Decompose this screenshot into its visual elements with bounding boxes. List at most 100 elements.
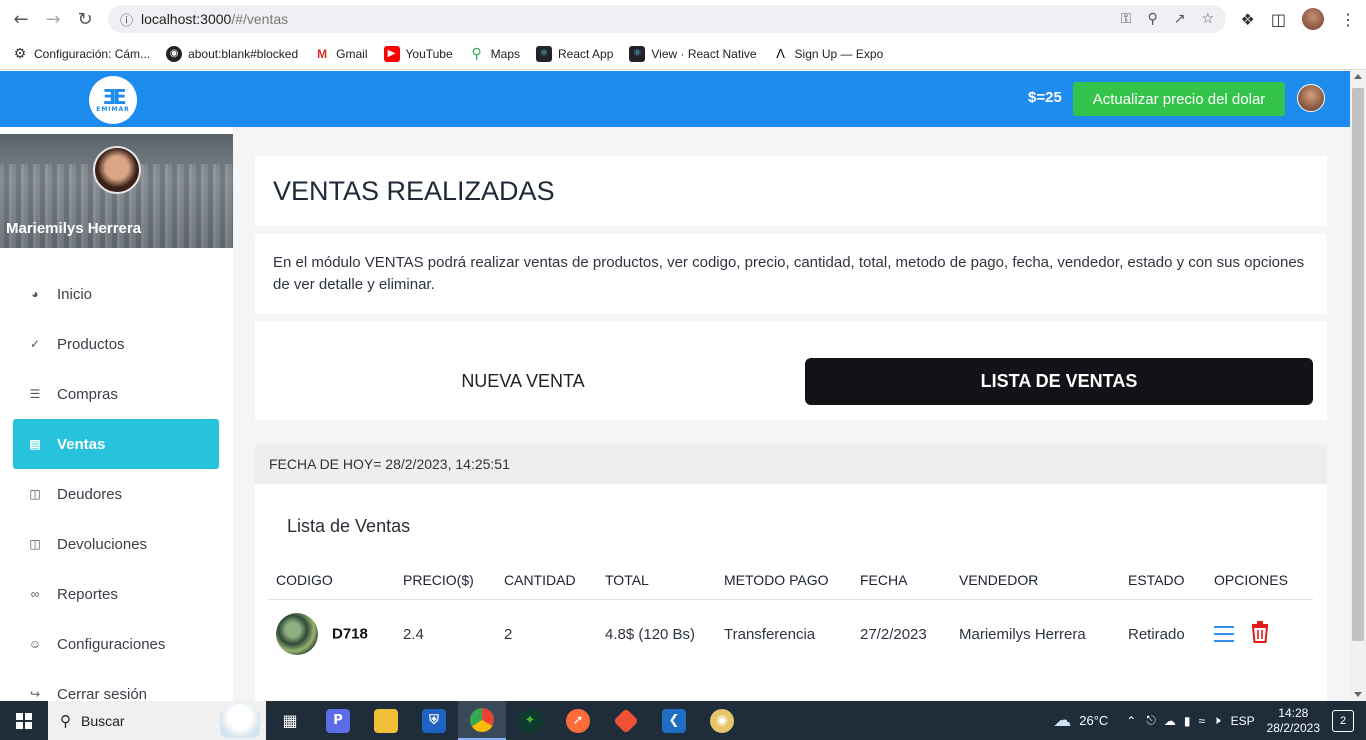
task-view-icon[interactable]: ▦ xyxy=(266,701,314,740)
system-tray: ☁ 26°C ⌃ ⎋ ☁ ▮ ≈ 🕨 ESP 14:28 28/2/2023 2 xyxy=(1053,701,1366,740)
file-explorer-icon[interactable] xyxy=(362,701,410,740)
sidebar-item-reportes[interactable]: ∞ Reportes xyxy=(13,569,219,619)
sidebar-item-devoluciones[interactable]: ◫ Devoluciones xyxy=(13,519,219,569)
share-icon[interactable]: ↗ xyxy=(1174,11,1186,27)
battery-icon[interactable]: ▮ xyxy=(1184,714,1191,728)
onedrive-icon[interactable]: ☁ xyxy=(1164,714,1176,728)
bookmark-react-native[interactable]: ⚛ View · React Native xyxy=(629,45,757,62)
delete-trash-icon[interactable] xyxy=(1250,621,1270,647)
sidebar-item-productos[interactable]: ✓ Productos xyxy=(13,319,219,369)
today-date: FECHA DE HOY= 28/2/2023, 14:25:51 xyxy=(255,444,1327,484)
sidebar: Mariemilys Herrera ◕ Inicio ✓ Productos ☰ C… xyxy=(0,127,233,701)
cell-opciones xyxy=(1207,599,1313,669)
postman-icon[interactable]: ➚ xyxy=(554,701,602,740)
title-card: VENTAS REALIZADAS xyxy=(255,156,1327,226)
tab-lista-de-ventas[interactable]: LISTA DE VENTAS xyxy=(805,358,1313,405)
columns-icon: ◫ xyxy=(29,487,41,501)
maps-icon: ⚲ xyxy=(471,45,482,61)
gmail-icon: M xyxy=(317,46,328,61)
app-logo[interactable]: ƎE EMIMAR xyxy=(89,76,137,124)
cell-vendedor: Mariemilys Herrera xyxy=(959,625,1086,643)
profile-name: Mariemilys Herrera xyxy=(6,220,142,237)
view-detail-list-icon[interactable] xyxy=(1214,626,1234,643)
bookmark-expo[interactable]: Λ Sign Up — Expo xyxy=(773,46,883,62)
info-icon[interactable]: ⓘ xyxy=(120,10,133,29)
bookmark-maps[interactable]: ⚲ Maps xyxy=(469,45,520,62)
cell-cantidad: 2 xyxy=(504,625,513,643)
sidebar-item-deudores[interactable]: ◫ Deudores xyxy=(13,469,219,519)
usb-icon[interactable]: ⎋ xyxy=(1146,713,1156,728)
reload-icon[interactable]: ↻ xyxy=(70,4,100,34)
sidebar-item-inicio[interactable]: ◕ Inicio xyxy=(13,269,219,319)
table-row: D718 2.4 2 4.8$ (120 Bs) Transferencia 2… xyxy=(269,599,1313,669)
bookmark-configuracion[interactable]: ⚙ Configuración: Cám... xyxy=(12,45,150,62)
react-icon: ⚛ xyxy=(629,45,646,62)
dashboard-icon: ◕ xyxy=(31,287,39,301)
page-title: VENTAS REALIZADAS xyxy=(273,176,555,206)
list-title: Lista de Ventas xyxy=(287,516,411,536)
browser-profile-avatar[interactable] xyxy=(1302,8,1324,30)
paint-icon[interactable]: ◉ xyxy=(698,701,746,740)
taskbar-app-p[interactable]: P xyxy=(314,701,362,740)
module-description: En el módulo VENTAS podrá realizar venta… xyxy=(273,254,1305,293)
taskbar-app-shield[interactable]: ⛨ xyxy=(410,701,458,740)
taskbar-search[interactable]: ⚲ Buscar xyxy=(48,701,266,740)
sidebar-item-ventas[interactable]: ▤ Ventas xyxy=(13,419,219,469)
scroll-down-arrow-icon[interactable] xyxy=(1354,692,1362,697)
back-arrow-icon[interactable]: ← xyxy=(6,4,36,34)
vscode-icon[interactable]: ❮ xyxy=(650,701,698,740)
cell-fecha: 27/2/2023 xyxy=(860,625,927,643)
expo-icon: Λ xyxy=(776,46,785,61)
search-icon: ⚲ xyxy=(60,712,71,730)
weather-cloud-icon[interactable]: ☁ xyxy=(1053,710,1071,731)
star-icon[interactable]: ☆ xyxy=(1201,11,1214,27)
git-icon[interactable] xyxy=(602,701,650,740)
zoom-icon[interactable]: ⚲ xyxy=(1147,11,1157,27)
column-header-cantidad: CANTIDAD xyxy=(497,562,598,600)
description-card: En el módulo VENTAS podrá realizar venta… xyxy=(255,234,1327,314)
bookmark-react-app[interactable]: ⚛ React App xyxy=(536,45,613,62)
windows-start-icon[interactable] xyxy=(0,701,48,740)
address-bar[interactable]: ⓘ localhost:3000/#/ventas ⚿ ⚲ ↗ ☆ xyxy=(108,5,1226,33)
sidepanel-icon[interactable]: ◫ xyxy=(1271,10,1286,29)
page-scrollbar[interactable] xyxy=(1350,71,1366,701)
wifi-icon[interactable]: ≈ xyxy=(1198,714,1205,728)
column-header-precio: PRECIO($) xyxy=(396,562,497,600)
bookmark-youtube[interactable]: ▶ YouTube xyxy=(383,45,453,62)
kebab-menu-icon[interactable]: ⋮ xyxy=(1340,10,1356,29)
windows-taskbar: ⚲ Buscar ▦ P ⛨ ✦ ➚ ❮ ◉ ☁ 26°C ⌃ ⎋ ☁ ▮ ≈ … xyxy=(0,701,1366,740)
extensions-icon[interactable]: ❖ xyxy=(1241,10,1255,29)
sidebar-item-cerrar-sesion[interactable]: ↪ Cerrar sesión xyxy=(13,669,219,702)
forward-arrow-icon[interactable]: → xyxy=(38,4,68,34)
bookmark-gmail[interactable]: M Gmail xyxy=(314,46,367,62)
sidebar-item-compras[interactable]: ☰ Compras xyxy=(13,369,219,419)
user-avatar[interactable] xyxy=(1297,84,1325,112)
volume-icon[interactable]: 🕨 xyxy=(1213,713,1221,728)
clock-time: 14:28 xyxy=(1278,705,1309,720)
tab-nueva-venta[interactable]: NUEVA VENTA xyxy=(273,358,773,404)
column-header-total: TOTAL xyxy=(598,562,717,600)
cell-precio: 2.4 xyxy=(403,625,424,643)
column-header-opciones: OPCIONES xyxy=(1207,562,1313,600)
chrome-icon[interactable] xyxy=(458,701,506,740)
list-icon: ☰ xyxy=(29,387,41,401)
weather-temperature[interactable]: 26°C xyxy=(1079,713,1108,728)
notification-center-icon[interactable]: 2 xyxy=(1332,709,1354,732)
sidebar-item-configuraciones[interactable]: ☺ Configuraciones xyxy=(13,619,219,669)
scroll-thumb[interactable] xyxy=(1352,88,1364,641)
bookmark-about-blank[interactable]: ◉ about:blank#blocked xyxy=(166,45,298,62)
language-indicator[interactable]: ESP xyxy=(1231,714,1255,728)
browser-toolbar: ← → ↻ ⓘ localhost:3000/#/ventas ⚿ ⚲ ↗ ☆ … xyxy=(0,0,1366,38)
key-icon[interactable]: ⚿ xyxy=(1121,11,1132,27)
profile-avatar[interactable] xyxy=(93,146,141,194)
book-icon: ◫ xyxy=(29,537,41,551)
update-dollar-button[interactable]: Actualizar precio del dolar xyxy=(1073,82,1285,116)
mongodb-icon[interactable]: ✦ xyxy=(506,701,554,740)
chevron-up-icon[interactable]: ⌃ xyxy=(1126,714,1136,728)
sales-table: CODIGO PRECIO($) CANTIDAD TOTAL METODO P… xyxy=(269,562,1313,669)
taskbar-clock[interactable]: 14:28 28/2/2023 xyxy=(1267,706,1320,736)
scroll-up-arrow-icon[interactable] xyxy=(1354,74,1362,79)
column-header-fecha: FECHA xyxy=(853,562,952,600)
table-header-row: CODIGO PRECIO($) CANTIDAD TOTAL METODO P… xyxy=(269,562,1313,600)
taskbar-search-label: Buscar xyxy=(81,712,125,729)
